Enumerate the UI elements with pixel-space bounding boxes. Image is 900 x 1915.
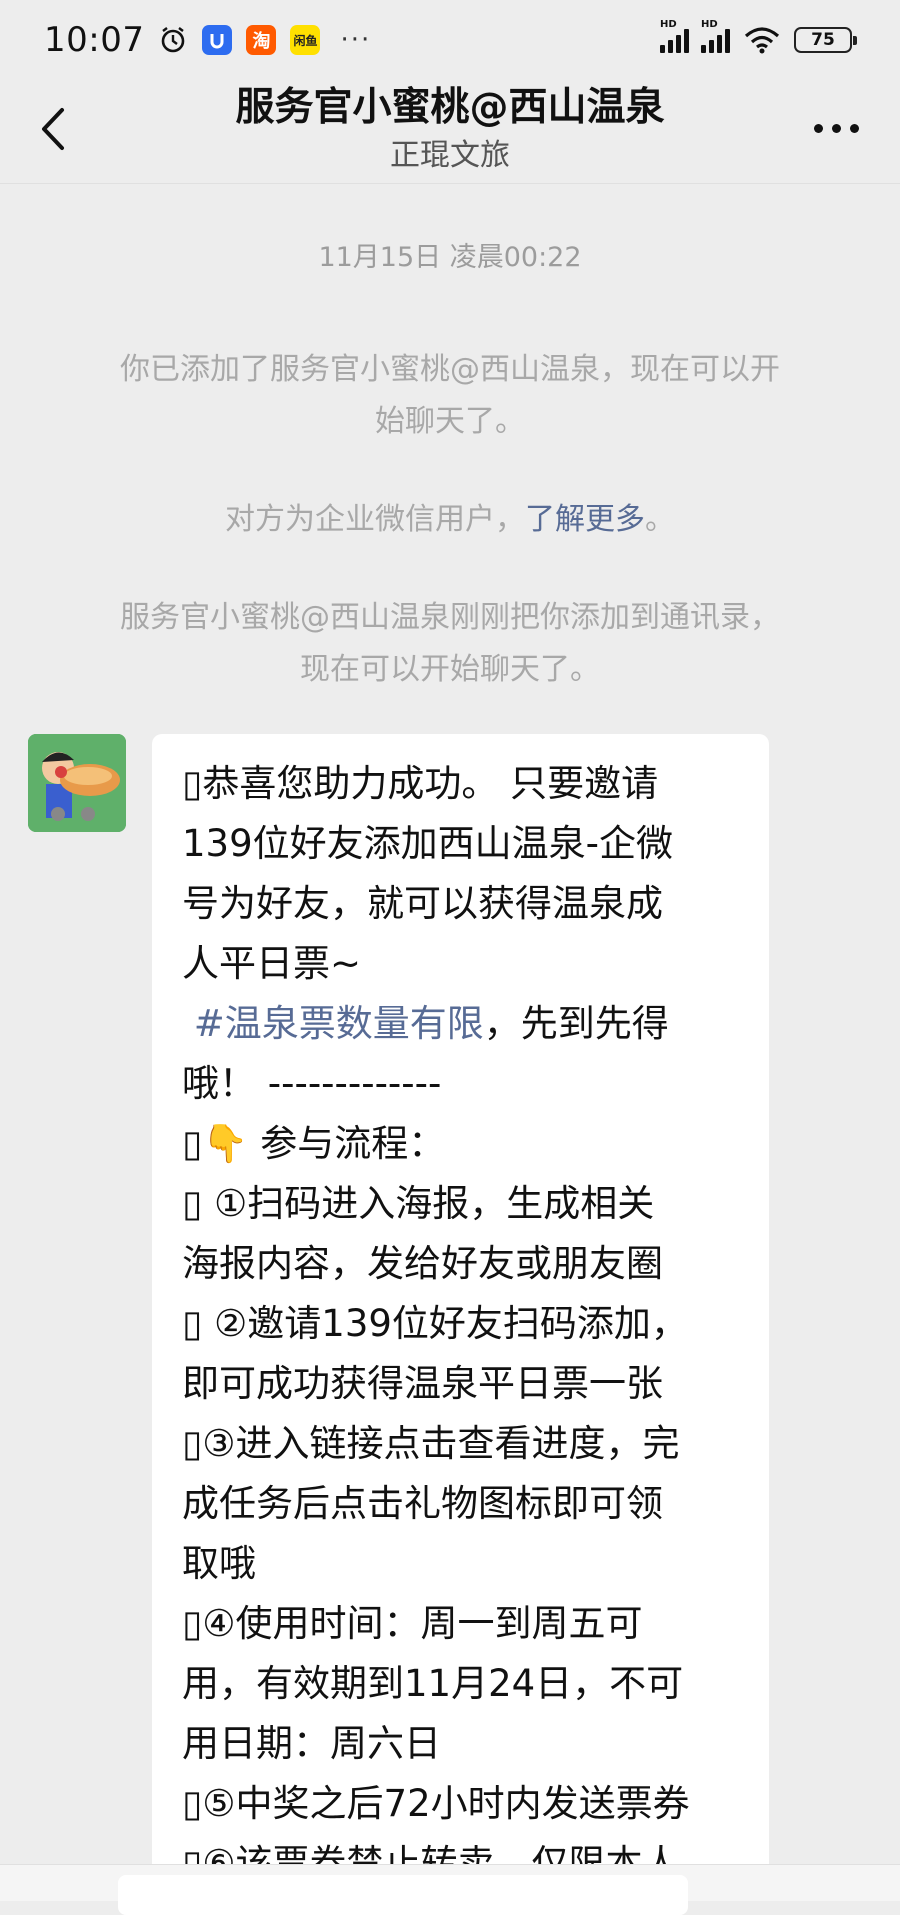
more-dots-icon: [813, 123, 823, 133]
battery-indicator: 75: [794, 27, 857, 53]
chat-header: 服务官小蜜桃@西山温泉 正琨文旅: [0, 80, 900, 184]
message-timestamp: 11月15日 凌晨00:22: [318, 242, 582, 273]
message-line: 成任务后点击礼物图标即可领: [182, 1482, 663, 1525]
chat-title: 服务官小蜜桃@西山温泉: [235, 85, 665, 130]
system-message-contact: 服务官小蜜桃@西山温泉刚刚把你添加到通讯录， 现在可以开始聊天了。: [120, 600, 780, 687]
message-line: ▯③进入链接点击查看进度，完: [182, 1422, 680, 1465]
signal-icon: HD: [660, 19, 689, 53]
system-message-added: 你已添加了服务官小蜜桃@西山温泉，现在可以开 始聊天了。: [120, 352, 780, 439]
message-line: ▯👇 参与流程：: [182, 1122, 446, 1165]
message-line: ▯⑤中奖之后72小时内发送票券: [182, 1782, 690, 1825]
hashtag-link[interactable]: #温泉票数量有限: [194, 1002, 484, 1045]
message-line: 139位好友添加西山温泉-企微: [182, 822, 673, 865]
message-line: 号为好友，就可以获得温泉成: [182, 882, 663, 925]
input-bar: [0, 1864, 900, 1915]
system-message-wecom: 对方为企业微信用户，了解更多。: [225, 502, 675, 537]
more-options-button[interactable]: [806, 108, 866, 148]
message-line: ▯④使用时间：周一到周五可: [182, 1602, 643, 1645]
alarm-icon: [158, 25, 188, 55]
message-line: 用，有效期到11月24日，不可: [182, 1662, 684, 1705]
message-line: ▯恭喜您助力成功。 只要邀请: [182, 762, 659, 805]
learn-more-link[interactable]: 了解更多: [525, 502, 645, 537]
message-line: #温泉票数量有限，先到先得: [193, 1002, 669, 1045]
status-time: 10:07: [44, 20, 145, 60]
message-line: 取哦: [182, 1542, 256, 1585]
xianyu-icon: 闲鱼: [290, 25, 321, 55]
message-input[interactable]: [118, 1875, 688, 1915]
wifi-icon: [742, 25, 782, 55]
chevron-left-icon: [42, 108, 64, 150]
status-more-dots: ···: [340, 25, 372, 55]
status-bar: 10:07 淘 闲鱼 ··· HD HD 75: [0, 0, 900, 80]
signal-icon-2: HD: [701, 19, 730, 53]
u-app-icon: [202, 25, 233, 55]
taobao-icon: 淘: [246, 25, 277, 55]
sender-avatar[interactable]: [28, 734, 126, 832]
message-line: 人平日票~: [182, 942, 362, 985]
message-bubble[interactable]: ▯恭喜您助力成功。 只要邀请 139位好友添加西山温泉-企微 号为好友，就可以获…: [152, 734, 769, 1900]
message-line: 哦！ -------------: [182, 1062, 442, 1105]
message-line: 用日期：周六日: [182, 1722, 441, 1765]
chat-subtitle: 正琨文旅: [390, 138, 510, 173]
message-line: ▯ ②邀请139位好友扫码添加，: [182, 1302, 688, 1345]
message-line: 即可成功获得温泉平日票一张: [182, 1362, 663, 1405]
back-button[interactable]: [28, 94, 78, 164]
message-line: 海报内容，发给好友或朋友圈: [182, 1242, 663, 1285]
message-line: ▯ ①扫码进入海报，生成相关: [182, 1182, 655, 1225]
